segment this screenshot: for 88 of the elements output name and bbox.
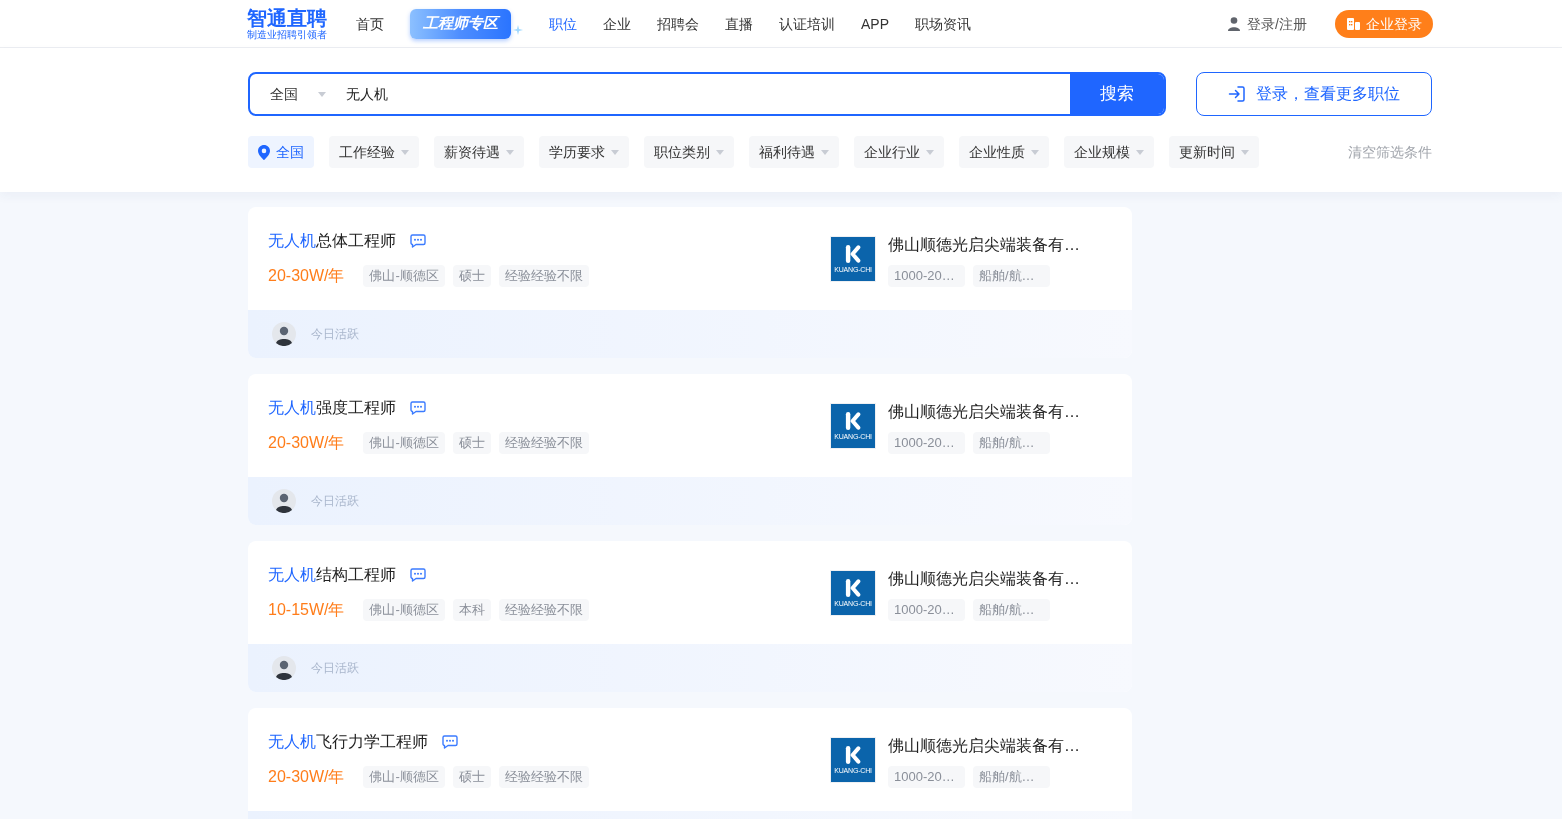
nav-link[interactable]: 职场资讯	[915, 13, 971, 34]
company-name[interactable]: 佛山顺德光启尖端装备有…	[888, 737, 1080, 755]
job-title[interactable]: 无人机总体工程师	[268, 229, 396, 253]
filter-chip[interactable]: 职位类别	[644, 136, 734, 168]
caret-icon	[1136, 149, 1144, 155]
caret-icon	[821, 149, 829, 155]
salary-text: 10-15W/年	[268, 600, 345, 620]
job-tag: 佛山-顺德区	[363, 432, 445, 454]
nav-link[interactable]: 招聘会	[657, 13, 699, 34]
company-tag: 船舶/航…	[973, 766, 1050, 788]
building-icon	[1346, 17, 1360, 30]
caret-icon	[1241, 149, 1249, 155]
company-tag: 1000-20…	[888, 599, 965, 621]
salary-text: 20-30W/年	[268, 433, 345, 453]
job-tag: 佛山-顺德区	[363, 599, 445, 621]
activity-status: 今日活跃	[311, 660, 359, 676]
k-logo-mark-icon	[845, 411, 861, 430]
logo-wordmark: 智通直聘	[247, 7, 327, 29]
job-tag: 经验经验不限	[498, 265, 589, 287]
search-input[interactable]: 无人机	[338, 74, 1070, 114]
filter-chip[interactable]: 工作经验	[329, 136, 419, 168]
avatar-icon	[272, 489, 296, 513]
filter-chip[interactable]: 企业行业	[854, 136, 944, 168]
search-field[interactable]: 全国 无人机 搜索	[248, 72, 1166, 116]
filter-chip[interactable]: 学历要求	[539, 136, 629, 168]
job-tag: 硕士	[452, 432, 491, 454]
company-name[interactable]: 佛山顺德光启尖端装备有…	[888, 236, 1080, 254]
activity-status: 今日活跃	[311, 493, 359, 509]
avatar-icon	[272, 656, 296, 680]
company-name[interactable]: 佛山顺德光启尖端装备有…	[888, 403, 1080, 421]
company-tag: 1000-20…	[888, 432, 965, 454]
region-dropdown[interactable]: 全国	[250, 74, 338, 114]
avatar-icon	[272, 322, 296, 346]
login-register-link[interactable]: 登录/注册	[1228, 13, 1307, 34]
chat-bubble-icon[interactable]	[410, 401, 426, 415]
sparkle-icon	[513, 24, 523, 35]
nav-link[interactable]: 认证培训	[779, 13, 835, 34]
job-tag: 经验经验不限	[498, 432, 589, 454]
caret-icon	[401, 149, 409, 155]
job-tag: 经验经验不限	[498, 766, 589, 788]
chat-bubble-icon[interactable]	[410, 234, 426, 248]
login-prompt-button[interactable]: 登录，查看更多职位	[1196, 72, 1432, 116]
nav-link[interactable]: 直播	[725, 13, 753, 34]
site-logo[interactable]: 智通直聘 制造业招聘引领者	[247, 7, 327, 40]
location-pin-icon	[258, 144, 270, 160]
logo-tagline: 制造业招聘引领者	[247, 29, 327, 40]
filter-chip[interactable]: 企业性质	[959, 136, 1049, 168]
k-logo-mark-icon	[845, 745, 861, 764]
job-tag: 硕士	[452, 265, 491, 287]
caret-icon	[716, 149, 724, 155]
activity-status: 今日活跃	[311, 326, 359, 342]
k-logo-mark-icon	[845, 578, 861, 597]
caret-icon	[318, 91, 326, 97]
job-tag: 经验经验不限	[498, 599, 589, 621]
nav-link[interactable]: 职位	[549, 13, 577, 34]
caret-icon	[611, 149, 619, 155]
filter-chip[interactable]: 薪资待遇	[434, 136, 524, 168]
filter-chip[interactable]: 更新时间	[1169, 136, 1259, 168]
company-tag: 1000-20…	[888, 265, 965, 287]
job-title[interactable]: 无人机强度工程师	[268, 396, 396, 420]
user-icon	[1228, 16, 1241, 31]
company-name[interactable]: 佛山顺德光启尖端装备有…	[888, 570, 1080, 588]
chat-bubble-icon[interactable]	[410, 568, 426, 582]
nav-link[interactable]: APP	[861, 13, 889, 34]
chat-bubble-icon[interactable]	[442, 735, 458, 749]
job-tag: 硕士	[452, 766, 491, 788]
filter-chip[interactable]: 企业规模	[1064, 136, 1154, 168]
nav-link[interactable]: 首页	[356, 13, 384, 34]
salary-text: 20-30W/年	[268, 266, 345, 286]
filter-chip[interactable]: 福利待遇	[749, 136, 839, 168]
salary-text: 20-30W/年	[268, 767, 345, 787]
search-button[interactable]: 搜索	[1070, 74, 1164, 114]
company-tag: 船舶/航…	[973, 265, 1050, 287]
k-logo-mark-icon	[845, 244, 861, 263]
login-arrow-icon	[1228, 85, 1246, 103]
company-tag: 船舶/航…	[973, 599, 1050, 621]
company-tag: 1000-20…	[888, 766, 965, 788]
company-tag: 船舶/航…	[973, 432, 1050, 454]
caret-icon	[926, 149, 934, 155]
caret-icon	[506, 149, 514, 155]
job-tag: 佛山-顺德区	[363, 766, 445, 788]
filter-chip[interactable]: 全国	[248, 136, 314, 168]
caret-icon	[1031, 149, 1039, 155]
nav-link[interactable]: 企业	[603, 13, 631, 34]
job-tag: 本科	[452, 599, 491, 621]
job-title[interactable]: 无人机飞行力学工程师	[268, 730, 428, 754]
job-tag: 佛山-顺德区	[363, 265, 445, 287]
job-title[interactable]: 无人机结构工程师	[268, 563, 396, 587]
